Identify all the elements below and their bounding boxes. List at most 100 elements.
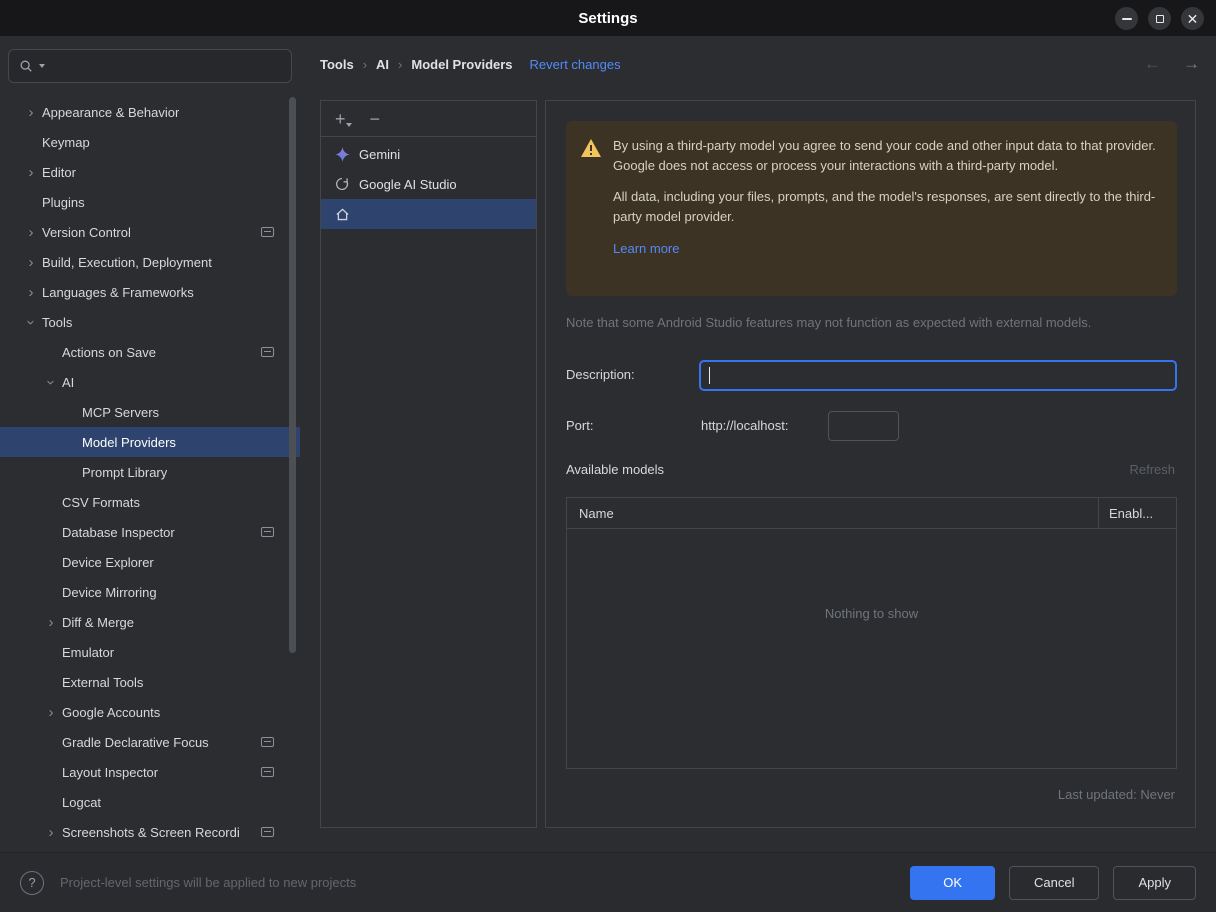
sidebar-item-label: Editor (42, 164, 76, 180)
sidebar-item-layout-inspector[interactable]: Layout Inspector (0, 757, 300, 787)
text-caret (709, 367, 710, 384)
sidebar-item-languages-frameworks[interactable]: › Languages & Frameworks (0, 277, 300, 307)
warning-text: By using a third-party model you agree t… (613, 136, 1161, 296)
sidebar-item-label: Plugins (42, 194, 85, 210)
column-header-enabled[interactable]: Enabl... (1098, 498, 1176, 528)
sidebar-item-editor[interactable]: › Editor (0, 157, 300, 187)
sidebar-item-label: Appearance & Behavior (42, 104, 180, 120)
models-table-header: Name Enabl... (567, 498, 1176, 529)
sidebar-item-label: Screenshots & Screen Recordi (62, 824, 240, 840)
sidebar-item-label: Layout Inspector (62, 764, 159, 780)
last-updated-text: Last updated: Never (1057, 787, 1175, 802)
column-header-name[interactable]: Name (567, 506, 1098, 521)
minimize-button[interactable] (1115, 7, 1138, 30)
add-provider-button[interactable]: + (335, 110, 351, 128)
refresh-button[interactable]: Refresh (1129, 456, 1175, 484)
third-party-warning-banner: By using a third-party model you agree t… (566, 121, 1177, 296)
screen-settings-icon (261, 347, 274, 357)
help-button[interactable]: ? (20, 870, 44, 895)
external-models-note: Note that some Android Studio features m… (566, 315, 1092, 330)
provider-item-gemini[interactable]: Gemini (321, 139, 536, 169)
close-icon: ✕ (1186, 10, 1199, 27)
provider-item-google-ai-studio[interactable]: Google AI Studio (321, 169, 536, 199)
sidebar-item-device-explorer[interactable]: Device Explorer (0, 547, 300, 577)
close-button[interactable]: ✕ (1181, 7, 1204, 30)
sidebar-item-screenshots-screen-recordi[interactable]: › Screenshots & Screen Recordi (0, 817, 300, 847)
settings-tree: › Appearance & Behavior Keymap › Editor Plugi… (0, 97, 300, 852)
breadcrumb-model-providers: Model Providers (411, 56, 513, 72)
chevron-right-icon[interactable]: › (20, 254, 42, 271)
sidebar-item-emulator[interactable]: Emulator (0, 637, 300, 667)
screen-settings-icon (261, 227, 274, 237)
warning-icon (580, 138, 602, 296)
sidebar-item-tools[interactable]: › Tools (0, 307, 300, 337)
sidebar-item-logcat[interactable]: Logcat (0, 787, 300, 817)
revert-changes-link[interactable]: Revert changes (530, 57, 621, 72)
sidebar-item-label: Google Accounts (62, 704, 161, 720)
breadcrumb-ai[interactable]: AI (376, 57, 389, 72)
sidebar-item-version-control[interactable]: › Version Control (0, 217, 300, 247)
chevron-down-icon[interactable]: › (23, 311, 40, 333)
sidebar-item-google-accounts[interactable]: › Google Accounts (0, 697, 300, 727)
sidebar-item-actions-on-save[interactable]: Actions on Save (0, 337, 300, 367)
description-field-wrap (699, 360, 1177, 391)
chevron-down-icon[interactable]: › (43, 371, 60, 393)
sidebar-item-label: Actions on Save (62, 344, 156, 360)
sidebar-item-device-mirroring[interactable]: Device Mirroring (0, 577, 300, 607)
sidebar-item-label: CSV Formats (62, 494, 141, 510)
history-navigation: ← → (1144, 36, 1200, 92)
screen-settings-icon (261, 527, 274, 537)
search-icon (20, 60, 32, 72)
home-icon (334, 207, 350, 222)
titlebar: Settings ✕ (0, 0, 1216, 36)
ok-button[interactable]: OK (910, 865, 995, 900)
sidebar-item-model-providers[interactable]: Model Providers (0, 427, 300, 457)
sidebar-item-keymap[interactable]: Keymap (0, 127, 300, 157)
sidebar-item-mcp-servers[interactable]: MCP Servers (0, 397, 300, 427)
chevron-right-icon[interactable]: › (40, 704, 62, 721)
breadcrumb-tools[interactable]: Tools (320, 57, 354, 72)
sidebar-scrollbar[interactable] (289, 97, 296, 653)
sidebar-item-diff-merge[interactable]: › Diff & Merge (0, 607, 300, 637)
provider-item-new-provider[interactable] (321, 199, 536, 229)
window-controls: ✕ (1115, 7, 1204, 30)
sidebar-item-label: Model Providers (82, 434, 176, 450)
chevron-right-icon[interactable]: › (40, 614, 62, 631)
sidebar-item-appearance-behavior[interactable]: › Appearance & Behavior (0, 97, 300, 127)
sidebar-item-external-tools[interactable]: External Tools (0, 667, 300, 697)
sidebar-item-build-execution-deployment[interactable]: › Build, Execution, Deployment (0, 247, 300, 277)
chevron-right-icon[interactable]: › (20, 104, 42, 121)
models-table: Name Enabl... Nothing to show (566, 497, 1177, 769)
maximize-button[interactable] (1148, 7, 1171, 30)
learn-more-link[interactable]: Learn more (613, 239, 679, 259)
sidebar-item-label: Tools (42, 314, 73, 330)
breadcrumb-separator: › (398, 56, 403, 72)
back-arrow-icon[interactable]: ← (1144, 54, 1161, 74)
sidebar-item-database-inspector[interactable]: Database Inspector (0, 517, 300, 547)
chevron-right-icon[interactable]: › (20, 284, 42, 301)
description-input[interactable] (699, 360, 1177, 391)
screen-settings-icon (261, 737, 274, 747)
forward-arrow-icon[interactable]: → (1183, 54, 1200, 74)
cancel-button[interactable]: Cancel (1009, 865, 1100, 900)
chevron-right-icon[interactable]: › (40, 824, 62, 841)
sidebar-item-gradle-declarative-focus[interactable]: Gradle Declarative Focus (0, 727, 300, 757)
apply-button[interactable]: Apply (1113, 865, 1196, 900)
dialog-footer: ? Project-level settings will be applied… (0, 852, 1216, 912)
provider-detail-panel: By using a third-party model you agree t… (545, 100, 1196, 828)
warning-paragraph-1: By using a third-party model you agree t… (613, 138, 1156, 173)
remove-provider-button[interactable]: − (370, 110, 381, 128)
sidebar-item-ai[interactable]: › AI (0, 367, 300, 397)
sidebar-item-label: Logcat (62, 794, 102, 810)
sidebar-item-csv-formats[interactable]: CSV Formats (0, 487, 300, 517)
chevron-right-icon[interactable]: › (20, 224, 42, 241)
sidebar-item-plugins[interactable]: Plugins (0, 187, 300, 217)
description-label: Description: (566, 367, 635, 382)
warning-paragraph-2: All data, including your files, prompts,… (613, 189, 1156, 224)
sidebar-item-prompt-library[interactable]: Prompt Library (0, 457, 300, 487)
main-area: › Appearance & Behavior Keymap › Editor Plugi… (0, 36, 1216, 852)
provider-list-panel: + − Gemini Google AI Studio (320, 100, 537, 828)
chevron-right-icon[interactable]: › (20, 164, 42, 181)
settings-search-input[interactable] (8, 49, 292, 83)
port-input[interactable] (828, 411, 899, 441)
